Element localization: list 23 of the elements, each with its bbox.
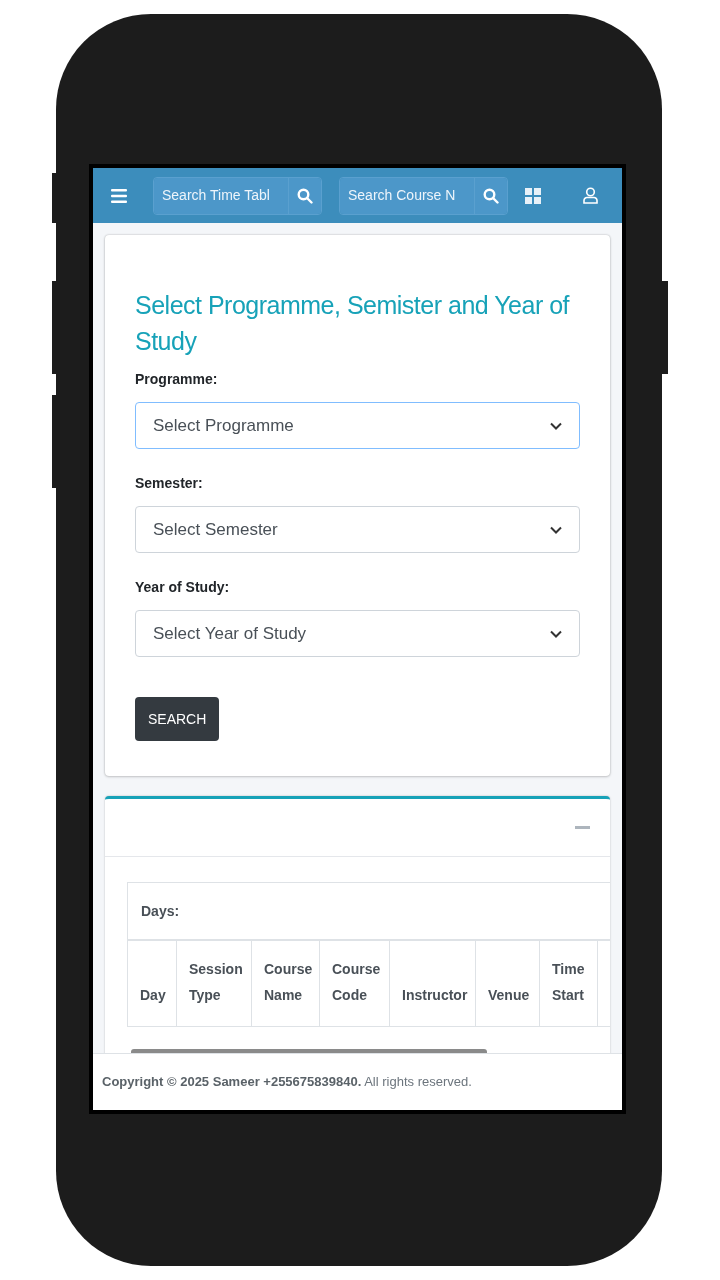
copyright-text: Copyright © 2025 Sameer +255675839840. All rights reserved. [102, 1073, 472, 1092]
column-header: Venue [476, 941, 540, 1026]
column-header: Instructor [390, 941, 476, 1026]
column-header: Day [128, 941, 177, 1026]
form-title: Select Programme, Semister and Year of Study [135, 290, 571, 357]
dropdown-select[interactable]: Select Semester [135, 506, 580, 553]
field-label: Semester: [135, 474, 204, 493]
column-header: Course Code [320, 941, 390, 1026]
dropdown-select[interactable]: Select Programme [135, 402, 580, 449]
field-label: Programme: [135, 370, 219, 389]
menu-icon[interactable] [111, 188, 127, 203]
field-label: Year of Study: [135, 578, 231, 597]
column-header: Time Start [540, 941, 598, 1026]
days-label: Days: [141, 901, 180, 921]
dropdown-select[interactable]: Select Year of Study [135, 610, 580, 657]
chevron-down-icon [550, 525, 562, 534]
chevron-down-icon [550, 629, 562, 638]
search-button[interactable]: SEARCH [135, 697, 220, 741]
chevron-down-icon [550, 421, 562, 430]
column-header: Session Type [177, 941, 252, 1026]
grid-icon[interactable] [525, 187, 541, 204]
column-header: Course Name [252, 941, 320, 1026]
user-icon[interactable] [583, 187, 598, 204]
